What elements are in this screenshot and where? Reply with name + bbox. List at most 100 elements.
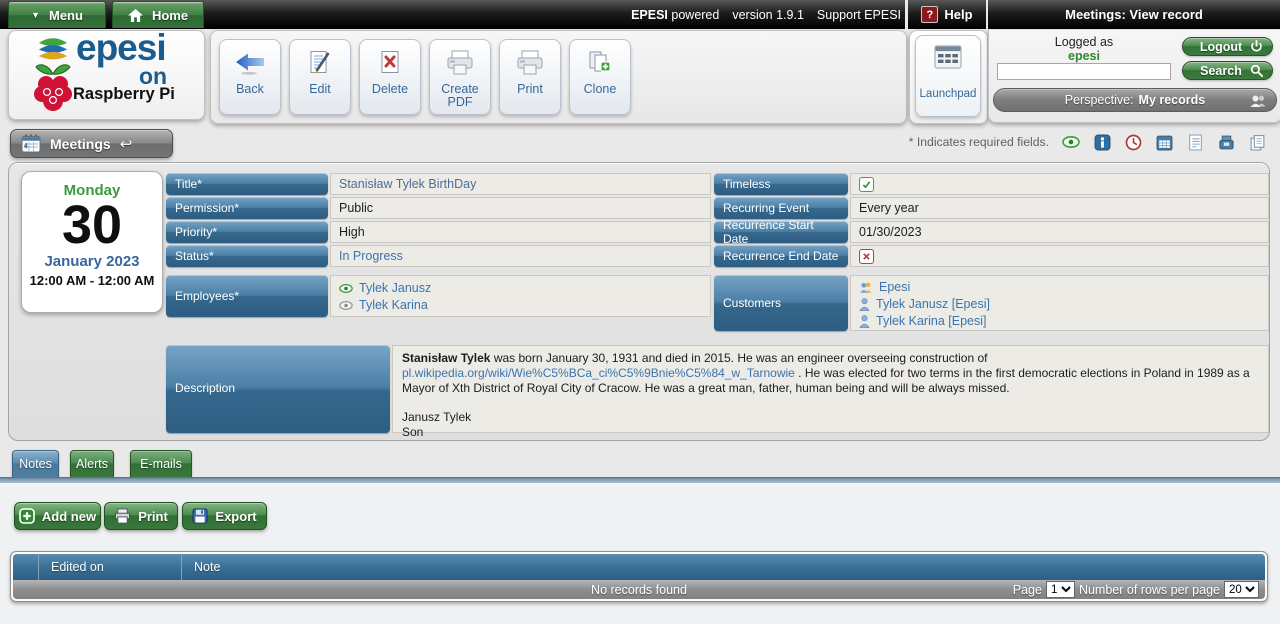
menu-caret-icon: ▼ — [31, 11, 40, 20]
recurrence-start-field-label: Recurrence Start Date — [714, 221, 848, 243]
employee-item: Tylek Janusz — [339, 280, 702, 297]
info-icon[interactable] — [1093, 133, 1111, 151]
people-icon — [1249, 94, 1267, 111]
delete-button[interactable]: Delete — [359, 39, 421, 115]
column-header-note[interactable]: Note — [182, 554, 1265, 580]
checked-checkbox-icon — [859, 177, 874, 192]
status-field-label: Status* — [166, 245, 328, 267]
help-bar[interactable]: ? Help — [908, 0, 986, 29]
customer-link[interactable]: Tylek Karina [Epesi] — [876, 313, 986, 330]
logged-as-block: Logged as epesi — [993, 35, 1175, 63]
customer-item: Tylek Karina [Epesi] — [859, 313, 1260, 330]
rows-per-page-select[interactable]: 20 — [1224, 581, 1259, 598]
customer-link[interactable]: Tylek Janusz [Epesi] — [876, 296, 990, 313]
date-month-year: January 2023 — [22, 253, 162, 270]
tab-alerts[interactable]: Alerts — [70, 450, 114, 477]
record-toolbar: Back Edit Delete — [210, 30, 907, 124]
search-icon — [1250, 64, 1263, 77]
tab-notes-label: Notes — [19, 457, 52, 471]
logout-button[interactable]: Logout — [1182, 37, 1273, 56]
create-pdf-label: Create PDF — [430, 83, 490, 109]
title-field-value: Stanisław Tylek BirthDay — [330, 173, 711, 195]
top-bar: ▼ Menu Home EPESI powered version 1.9.1 … — [0, 0, 905, 29]
calendar-icon: 4 — [21, 134, 41, 153]
crossed-checkbox-icon — [859, 249, 874, 264]
meetings-module-label: Meetings — [50, 136, 111, 152]
eye-green-icon[interactable] — [339, 284, 353, 293]
notes-print-label: Print — [138, 509, 168, 524]
home-label: Home — [152, 8, 188, 23]
printer-icon — [446, 47, 474, 79]
permission-field-value: Public — [330, 197, 711, 219]
history-clock-icon[interactable] — [1124, 133, 1142, 151]
create-pdf-button[interactable]: Create PDF — [429, 39, 491, 115]
printer-icon — [114, 508, 131, 524]
raspberry-pi-icon — [33, 61, 73, 118]
edit-label: Edit — [309, 83, 331, 96]
edit-document-icon — [307, 47, 333, 79]
brand-powered: powered — [671, 8, 719, 22]
back-arrow-icon — [234, 47, 266, 79]
calendar-icon[interactable] — [1155, 133, 1173, 151]
quick-search-input[interactable] — [997, 63, 1171, 80]
company-group-icon — [859, 281, 873, 294]
back-label: Back — [236, 83, 264, 96]
menu-button[interactable]: ▼ Menu — [8, 1, 106, 28]
tab-emails[interactable]: E-mails — [130, 450, 192, 477]
logo-raspberry-text: Raspberry Pi — [73, 85, 175, 104]
record-header-tools: * Indicates required fields. — [909, 132, 1266, 152]
return-arrow-icon: ↩ — [120, 135, 133, 153]
eye-gray-icon[interactable] — [339, 301, 353, 310]
person-icon — [859, 315, 870, 328]
meetings-module-button[interactable]: 4 Meetings ↩ — [10, 129, 173, 158]
notes-print-button[interactable]: Print — [104, 502, 178, 530]
date-card: Monday 30 January 2023 12:00 AM - 12:00 … — [21, 171, 163, 313]
plus-icon — [19, 508, 35, 524]
phone-icon[interactable] — [1217, 133, 1235, 151]
customer-link[interactable]: Epesi — [879, 279, 910, 296]
export-button[interactable]: Export — [182, 502, 267, 530]
recurring-event-field-value: Every year — [850, 197, 1269, 219]
rows-per-page-label: Number of rows per page — [1079, 583, 1220, 597]
description-text: Stanisław Tylek was born January 30, 193… — [402, 351, 1250, 395]
notes-table: Edited on Note No records found Page 1 N… — [10, 551, 1268, 602]
date-day: 30 — [22, 199, 162, 251]
timeless-field-value — [850, 173, 1269, 195]
employee-link[interactable]: Tylek Janusz — [359, 280, 431, 297]
copy-icon[interactable] — [1248, 133, 1266, 151]
clone-button[interactable]: Clone — [569, 39, 631, 115]
notes-icon[interactable] — [1186, 133, 1204, 151]
notes-table-stub-column — [13, 554, 39, 580]
column-header-edited-on[interactable]: Edited on — [39, 554, 182, 580]
tab-divider — [0, 477, 1280, 484]
watch-eye-icon[interactable] — [1062, 133, 1080, 151]
perspective-value: My records — [1139, 93, 1206, 107]
search-button[interactable]: Search — [1182, 61, 1273, 80]
back-button[interactable]: Back — [219, 39, 281, 115]
person-icon — [859, 298, 870, 311]
description-text-1: was born January 30, 1931 and died in 20… — [490, 351, 987, 365]
recurrence-start-field-value: 01/30/2023 — [850, 221, 1269, 243]
power-icon — [1250, 40, 1263, 53]
support-link[interactable]: Support EPESI — [817, 8, 901, 22]
perspective-selector[interactable]: Perspective: My records — [993, 88, 1277, 112]
home-icon — [128, 9, 143, 22]
launchpad-button[interactable]: Launchpad — [915, 35, 981, 117]
help-label: Help — [944, 7, 972, 22]
logged-as-label: Logged as — [993, 35, 1175, 49]
add-new-button[interactable]: Add new — [14, 502, 101, 530]
employee-item: Tylek Karina — [339, 297, 702, 314]
home-button[interactable]: Home — [112, 1, 204, 28]
page-select[interactable]: 1 — [1046, 581, 1075, 598]
edit-button[interactable]: Edit — [289, 39, 351, 115]
tab-notes[interactable]: Notes — [12, 450, 59, 477]
window-title-bar: Meetings: View record — [988, 0, 1280, 29]
notes-table-footer: No records found Page 1 Number of rows p… — [13, 580, 1265, 599]
delete-document-icon — [377, 47, 403, 79]
employees-field-label: Employees* — [166, 275, 328, 317]
recurrence-end-field-label: Recurrence End Date — [714, 245, 848, 267]
clone-documents-icon — [588, 47, 612, 79]
employee-link[interactable]: Tylek Karina — [359, 297, 428, 314]
print-button[interactable]: Print — [499, 39, 561, 115]
description-wikipedia-link[interactable]: pl.wikipedia.org/wiki/Wie%C5%BCa_ci%C5%9… — [402, 366, 795, 380]
